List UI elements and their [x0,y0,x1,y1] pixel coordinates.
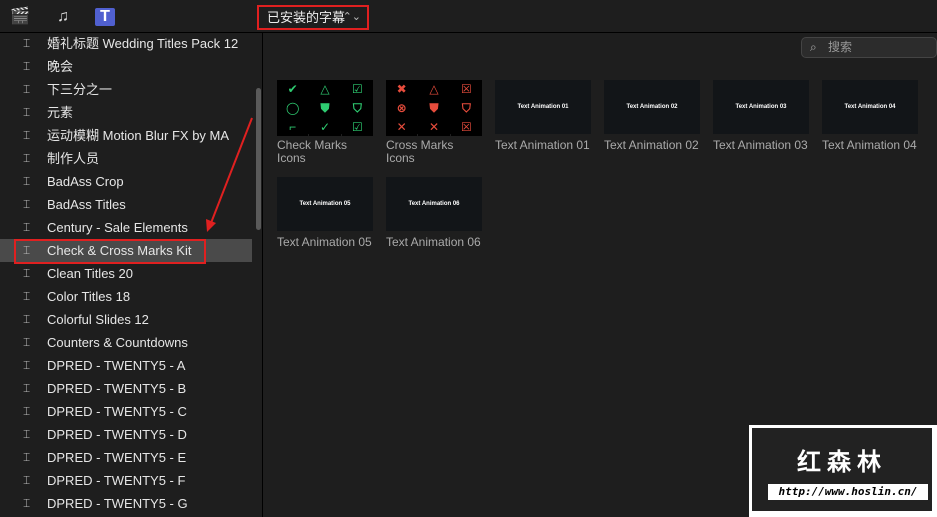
watermark-title: 红森林 [797,449,887,476]
watermark: 红森林 http://www.hoslin.cn/ [749,425,937,517]
watermark-url: http://www.hoslin.cn/ [768,484,928,500]
